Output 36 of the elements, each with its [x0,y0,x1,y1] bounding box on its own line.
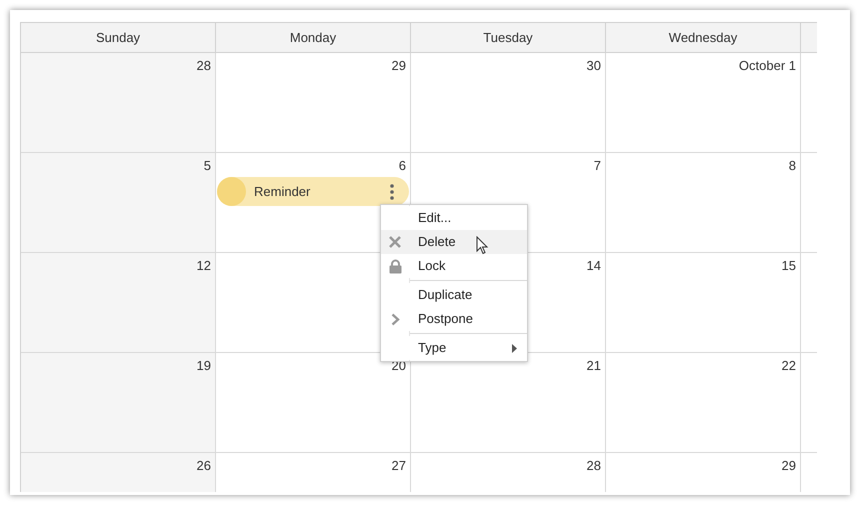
date-number: 28 [196,59,211,75]
date-number: 14 [586,259,601,275]
date-number: 28 [586,459,601,475]
menu-item[interactable]: Lock [381,254,527,278]
menu-item[interactable]: Delete [381,230,527,254]
date-number: October 1 [738,59,796,75]
date-number: 29 [782,459,796,475]
cursor-icon [476,236,489,255]
date-number: 15 [782,259,796,275]
event-pill[interactable]: Reminder [217,177,409,206]
date-number: 26 [196,459,211,475]
date-number: 12 [196,259,211,275]
date-number: 27 [392,459,406,475]
day-header: Sunday [96,28,140,47]
day-header: Monday [290,28,336,47]
event-title: Reminder [254,182,312,201]
date-number: 8 [788,159,796,175]
close-icon [388,235,402,249]
date-number: 30 [586,59,601,75]
date-number: 19 [196,359,211,375]
date-number: 5 [204,159,211,175]
menu-item[interactable]: Duplicate [381,283,527,307]
chevron-right-icon [390,312,400,326]
day-header: Tuesday [483,28,533,47]
menu-item[interactable]: Edit... [381,206,527,230]
day-header: Wednesday [668,28,738,47]
menu-item[interactable]: Postpone [381,307,527,331]
lock-icon [388,258,402,274]
submenu-arrow-icon [512,344,517,352]
date-number: 29 [392,59,406,75]
date-number: 6 [398,159,406,175]
date-number: 7 [594,159,601,175]
date-number: 22 [782,359,796,375]
more-icon[interactable] [390,184,394,200]
menu-item[interactable]: Type [381,336,527,360]
date-number: 21 [586,359,601,375]
